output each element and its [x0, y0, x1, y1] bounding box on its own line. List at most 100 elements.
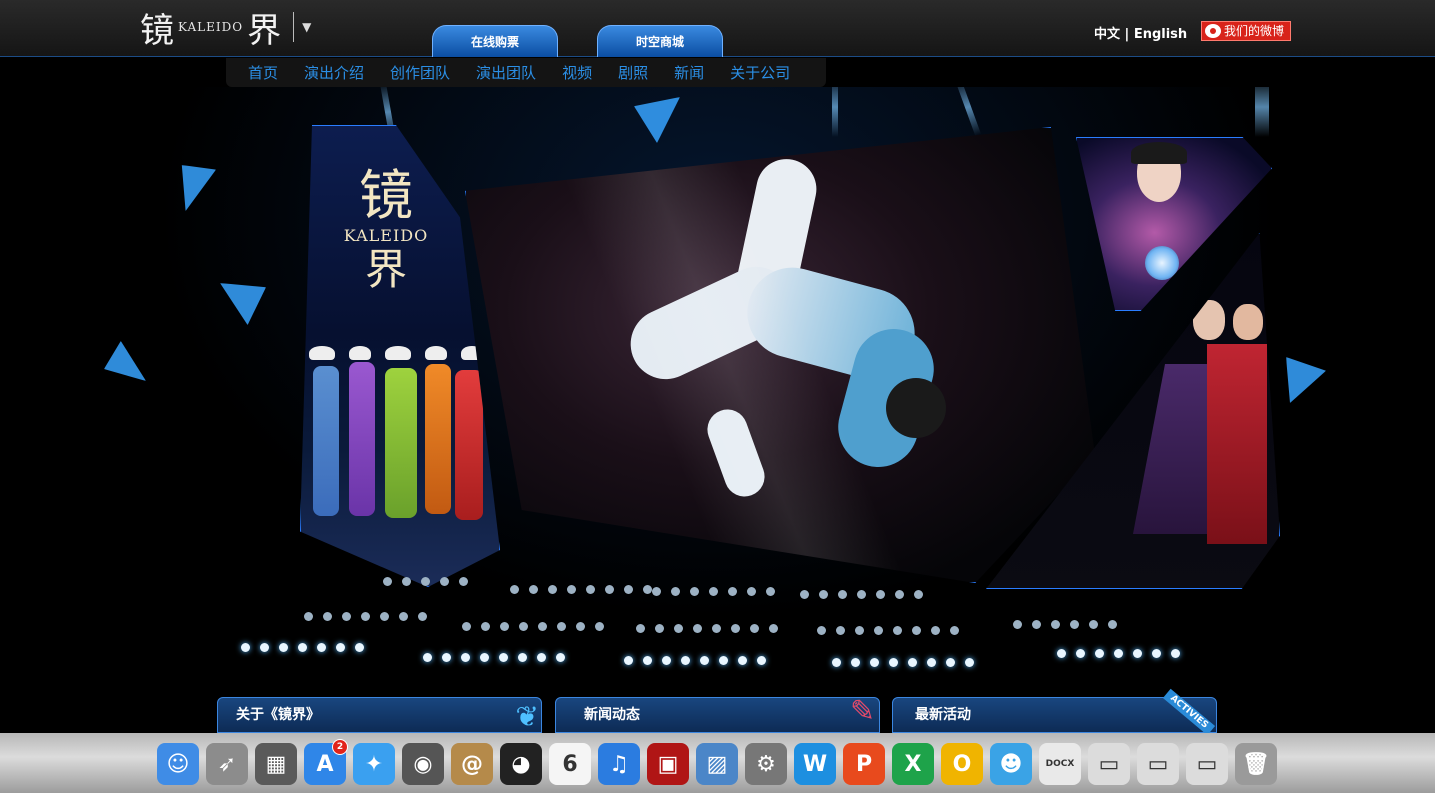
logo-wordmark: KALEIDO — [178, 20, 244, 34]
language-switcher: 中文 | English — [1094, 23, 1187, 42]
weibo-label: 我们的微博 — [1224, 24, 1285, 38]
dock-icon-glyph: ➶ — [217, 751, 237, 777]
dock-icon-glyph: ✦ — [364, 751, 384, 777]
dock-icon-glyph: ⚙ — [756, 751, 776, 777]
dock-icon-row: ☺ ➶ ▦ A 2 ✦ ◉ @ ◕ 6 ♫ ▣ ▨ ⚙ W P X O ☻ DOCX ▭ ▭ ▭ 🗑 — [157, 739, 1277, 785]
window-thumbnail-1-icon[interactable]: ▭ — [1088, 743, 1130, 785]
nav-item-creative-team[interactable]: 创作团队 — [390, 62, 450, 83]
weibo-button[interactable]: 我们的微博 — [1201, 21, 1291, 41]
logo-glyph-1: 镜 — [140, 10, 174, 51]
lang-separator: | — [1124, 27, 1130, 42]
system-preferences-icon[interactable]: ⚙ — [745, 743, 787, 785]
dock-icon-glyph: ☺ — [166, 751, 190, 777]
dock-icon-glyph: A — [316, 751, 334, 777]
stage-light-beam — [954, 87, 982, 137]
about-tab-label: 关于《镜界》 — [236, 707, 320, 723]
stage-lights-row — [383, 577, 468, 587]
itunes-icon[interactable]: ♫ — [598, 743, 640, 785]
dock-icon-glyph: ◕ — [511, 751, 531, 777]
logo-divider — [293, 12, 295, 42]
nav-item-show-intro[interactable]: 演出介绍 — [304, 62, 364, 83]
tab-shop[interactable]: 时空商城 — [597, 25, 723, 57]
dock-icon-glyph: X — [904, 751, 922, 777]
dock-icon-glyph: ◉ — [413, 751, 433, 777]
lang-english-link[interactable]: English — [1134, 27, 1187, 42]
stage-light-beam — [832, 87, 838, 137]
nav-item-about-company[interactable]: 关于公司 — [730, 62, 790, 83]
qq-icon[interactable]: ◕ — [500, 743, 542, 785]
stage-lights-row — [817, 626, 959, 636]
butterfly-icon: ❦ — [515, 700, 539, 733]
dock-icon-glyph: ▭ — [1147, 751, 1169, 777]
photo-booth-icon[interactable]: ▣ — [647, 743, 689, 785]
iphoto-icon[interactable]: ▨ — [696, 743, 738, 785]
app-store-icon[interactable]: A2 — [304, 739, 348, 785]
outlook-icon[interactable]: O — [941, 743, 983, 785]
trash-icon[interactable]: 🗑 — [1235, 743, 1277, 785]
docx-file-icon[interactable]: DOCX — [1039, 743, 1081, 785]
stage-lights-row — [462, 622, 604, 632]
poster-glyph-1: 镜 — [359, 164, 413, 227]
stage-lights-row — [652, 587, 775, 597]
safari-icon[interactable]: ✦ — [353, 743, 395, 785]
stage-lights-row — [636, 624, 778, 634]
dashboard-icon[interactable]: ▦ — [255, 743, 297, 785]
window-thumbnail-2-icon[interactable]: ▭ — [1137, 743, 1179, 785]
decorative-shard — [634, 97, 680, 143]
excel-icon[interactable]: X — [892, 743, 934, 785]
lang-chinese-link[interactable]: 中文 — [1094, 27, 1120, 42]
stage-lights-row — [1013, 620, 1117, 630]
dock-icon-glyph: ▭ — [1098, 751, 1120, 777]
weibo-icon — [1205, 24, 1221, 38]
messenger-icon[interactable]: ☻ — [990, 743, 1032, 785]
nav-item-stills[interactable]: 剧照 — [618, 62, 648, 83]
site-logo[interactable]: 镜 KALEIDO 界 ▼ — [140, 6, 311, 51]
about-tab[interactable]: 关于《镜界》 ❦ — [217, 697, 542, 733]
poster-wordmark: KALEIDO — [343, 226, 429, 245]
contacts-icon[interactable]: @ — [451, 743, 493, 785]
performers-image — [305, 346, 495, 546]
dock-icon-glyph: O — [952, 751, 972, 777]
stage-light-beam — [1255, 87, 1269, 137]
calendar-icon[interactable]: 6 — [549, 743, 591, 785]
nav-item-home[interactable]: 首页 — [248, 62, 278, 83]
stage-lights-row — [832, 658, 974, 668]
activities-tab-label: 最新活动 — [915, 707, 971, 723]
launchpad-icon[interactable]: ➶ — [206, 743, 248, 785]
dock-icon-glyph: @ — [461, 751, 483, 777]
dock-icon-glyph: P — [855, 751, 873, 777]
dock-icon-glyph: ▦ — [265, 751, 287, 777]
dock-icon-glyph: ▣ — [657, 751, 679, 777]
stage-lights-row — [1057, 649, 1180, 659]
decorative-shard — [220, 283, 266, 325]
logo-glyph-2: 界 — [247, 10, 282, 51]
finder-icon[interactable]: ☺ — [157, 743, 199, 785]
main-feature-image[interactable] — [465, 127, 1095, 583]
stage-lights-row — [423, 653, 565, 663]
poster-glyph-2: 界 — [364, 245, 407, 294]
news-tab[interactable]: 新闻动态 ✎ — [555, 694, 880, 733]
nav-item-news[interactable]: 新闻 — [674, 62, 704, 83]
stage-lights-row — [800, 590, 923, 600]
word-icon[interactable]: W — [794, 743, 836, 785]
decorative-shard — [181, 165, 216, 211]
window-thumbnail-3-icon[interactable]: ▭ — [1186, 743, 1228, 785]
nav-item-cast[interactable]: 演出团队 — [476, 62, 536, 83]
dock-icon-glyph: ▭ — [1196, 751, 1218, 777]
powerpoint-icon[interactable]: P — [843, 743, 885, 785]
dock-icon-glyph: 🗑 — [1242, 751, 1270, 777]
chevron-down-icon[interactable]: ▼ — [302, 20, 311, 34]
dock-icon-glyph: ☻ — [999, 751, 1023, 777]
feather-icon: ✎ — [849, 694, 875, 729]
performer-face-image — [1193, 300, 1225, 340]
stage-lights-row — [304, 612, 427, 622]
tab-online-tickets[interactable]: 在线购票 — [432, 25, 558, 57]
stage-lights-row — [510, 585, 652, 595]
decorative-shard — [1286, 357, 1326, 403]
decorative-shard — [104, 341, 146, 381]
activities-tab[interactable]: 最新活动 ACTIVIES — [892, 688, 1217, 736]
hero-stage: 镜 KALEIDO 界 — [0, 87, 1435, 732]
nav-item-video[interactable]: 视频 — [562, 62, 592, 83]
facetime-icon[interactable]: ◉ — [402, 743, 444, 785]
dock-icon-glyph: ♫ — [609, 751, 629, 777]
